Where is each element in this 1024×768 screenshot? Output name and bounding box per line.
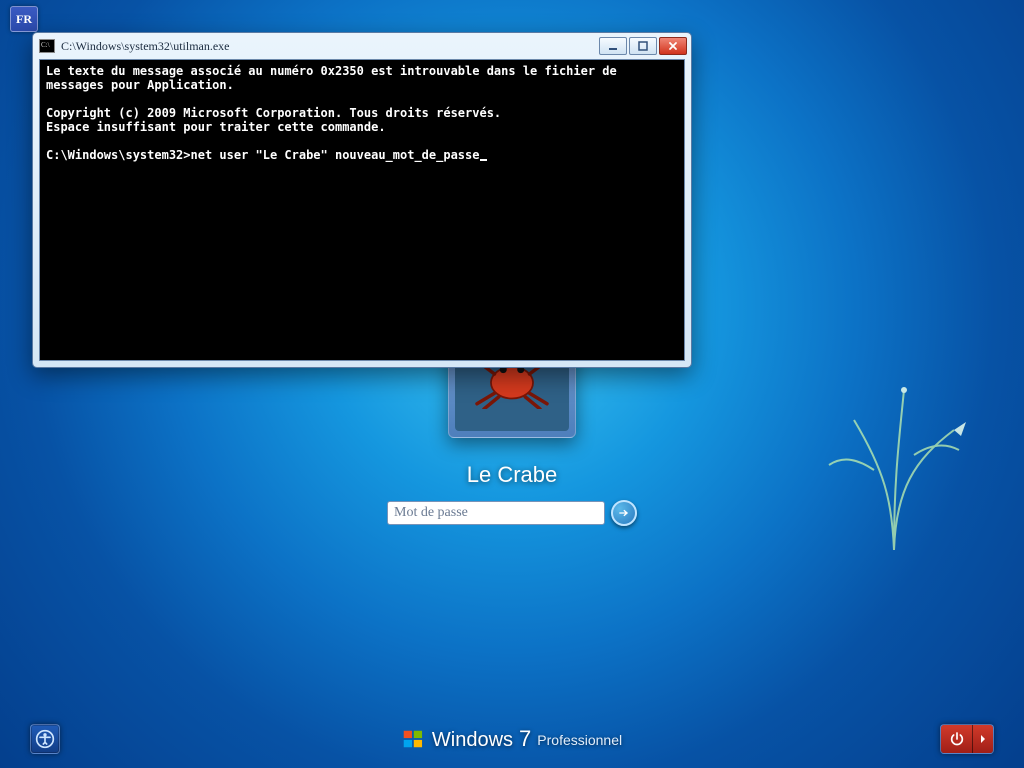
- decorative-plant: [804, 360, 984, 560]
- minimize-button[interactable]: [599, 37, 627, 55]
- ease-of-access-icon: [35, 729, 55, 749]
- windows-branding: Windows 7 Professionnel: [402, 726, 622, 752]
- terminal-output[interactable]: Le texte du message associé au numéro 0x…: [39, 59, 685, 361]
- maximize-button[interactable]: [629, 37, 657, 55]
- brand-word-2: 7: [519, 726, 531, 752]
- bottom-bar: Windows 7 Professionnel: [0, 712, 1024, 768]
- titlebar[interactable]: C:\Windows\system32\utilman.exe: [33, 33, 691, 59]
- arrow-right-icon: [617, 506, 631, 520]
- terminal-cursor: [480, 159, 487, 161]
- window-title: C:\Windows\system32\utilman.exe: [61, 39, 599, 54]
- brand-word-1: Windows: [432, 729, 513, 752]
- power-icon: [949, 731, 965, 747]
- password-input[interactable]: [387, 501, 605, 525]
- chevron-right-icon: [975, 731, 991, 747]
- windows-logo-icon: [402, 728, 424, 750]
- minimize-icon: [608, 41, 618, 51]
- close-icon: [668, 41, 678, 51]
- command-prompt-window[interactable]: C:\Windows\system32\utilman.exe Le texte…: [32, 32, 692, 368]
- close-button[interactable]: [659, 37, 687, 55]
- cmd-icon: [39, 39, 55, 53]
- power-button-group: [940, 724, 994, 754]
- submit-button[interactable]: [611, 500, 637, 526]
- maximize-icon: [638, 41, 648, 51]
- language-indicator[interactable]: FR: [10, 6, 38, 32]
- shutdown-options-button[interactable]: [973, 725, 993, 753]
- brand-edition: Professionnel: [537, 732, 622, 748]
- ease-of-access-button[interactable]: [30, 724, 60, 754]
- username-label: Le Crabe: [352, 462, 672, 488]
- shutdown-button[interactable]: [941, 725, 973, 753]
